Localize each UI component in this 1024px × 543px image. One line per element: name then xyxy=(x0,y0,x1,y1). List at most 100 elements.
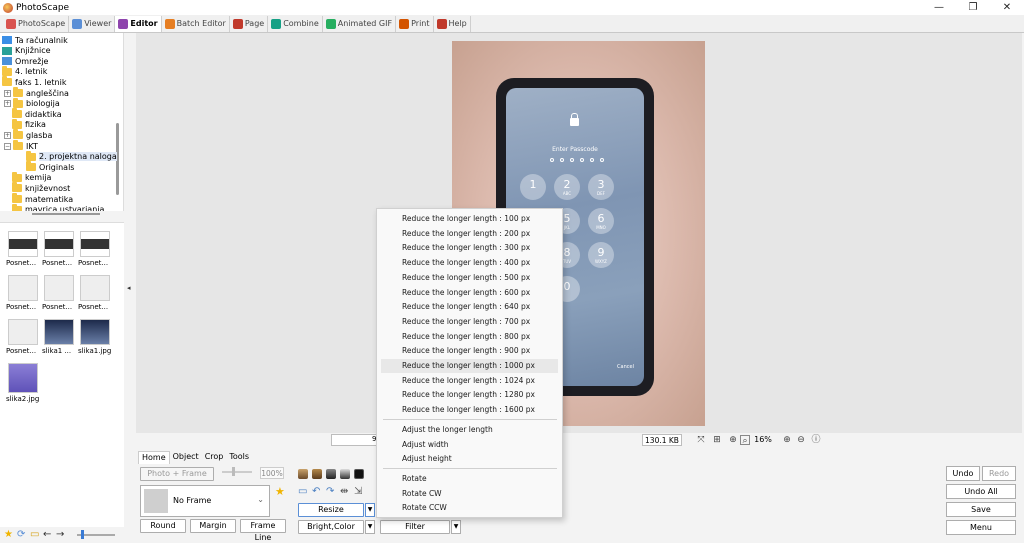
round-button[interactable]: Round xyxy=(140,519,186,533)
thumbnail-item[interactable]: slika2.jpg xyxy=(6,363,40,403)
tree-item[interactable]: + angleščina xyxy=(4,87,69,98)
rotate-menu-item[interactable]: Rotate CCW xyxy=(381,501,558,515)
resize-menu-item[interactable]: Reduce the longer length : 1600 px xyxy=(381,403,558,417)
thumbnail-item[interactable]: Posnet... xyxy=(6,231,40,267)
tree-item[interactable]: kemija xyxy=(12,171,51,183)
resize-menu-item[interactable]: Reduce the longer length : 900 px xyxy=(381,344,558,358)
frame-percent[interactable]: 100% xyxy=(260,467,284,479)
collapse-panel-icon[interactable]: ◂ xyxy=(127,284,131,292)
back-arrow-icon[interactable]: ← xyxy=(43,530,53,540)
resize-menu-item[interactable]: Reduce the longer length : 100 px xyxy=(381,212,558,226)
redo-button[interactable]: Redo xyxy=(982,466,1016,481)
tree-item[interactable]: Originals xyxy=(26,161,74,172)
favorite-frame-star-icon[interactable]: ★ xyxy=(275,485,285,498)
editor-tab-tools[interactable]: Tools xyxy=(226,451,252,464)
resize-menu-item[interactable]: Reduce the longer length : 500 px xyxy=(381,271,558,285)
thumbnail-item[interactable]: Posnet... xyxy=(42,275,76,311)
adjust-menu-item[interactable]: Adjust the longer length xyxy=(381,423,558,437)
undo-button[interactable]: Undo xyxy=(946,466,980,481)
photo-frame-button[interactable]: Photo + Frame xyxy=(140,467,214,481)
resize-menu-item[interactable]: Reduce the longer length : 700 px xyxy=(381,315,558,329)
margin-button[interactable]: Margin xyxy=(190,519,236,533)
tab-combine[interactable]: Combine xyxy=(268,15,323,32)
zoom-fit-icon[interactable]: ⊕ xyxy=(728,435,738,445)
bright-color-dropdown-button[interactable]: ▼ xyxy=(365,520,375,534)
editor-tab-home[interactable]: Home xyxy=(138,451,170,464)
black-white-tone-icon[interactable] xyxy=(340,469,350,479)
tab-editor[interactable]: Editor xyxy=(115,15,162,32)
resize-menu-item[interactable]: Reduce the longer length : 1024 px xyxy=(381,374,558,388)
forward-arrow-icon[interactable]: → xyxy=(56,530,66,540)
tree-item[interactable]: didaktika xyxy=(12,108,62,119)
flip-icon[interactable]: ⇹ xyxy=(340,486,350,497)
thumbnail-item[interactable]: Posnet... xyxy=(6,319,40,355)
restore-button[interactable]: ❐ xyxy=(956,0,990,15)
negative-tone-icon[interactable] xyxy=(354,469,364,479)
auto-level-icon[interactable]: ▭ xyxy=(298,486,308,497)
tab-photoscape[interactable]: PhotoScape xyxy=(3,15,70,32)
thumbnail-item[interactable]: slika1.jpg xyxy=(78,319,112,355)
resize-dropdown-button[interactable]: ▼ xyxy=(365,503,375,517)
tree-item[interactable]: Knjižnice xyxy=(2,46,51,56)
tree-item[interactable]: književnost xyxy=(12,182,70,193)
menu-button[interactable]: Menu xyxy=(946,520,1016,535)
tree-item[interactable]: matematika xyxy=(12,193,73,204)
save-button[interactable]: Save xyxy=(946,502,1016,517)
resize-menu-item[interactable]: Reduce the longer length : 200 px xyxy=(381,227,558,241)
tree-item[interactable]: Ta računalnik xyxy=(2,35,68,45)
open-folder-icon[interactable]: ▭ xyxy=(30,530,40,540)
tree-expander-icon[interactable]: + xyxy=(4,89,11,97)
close-button[interactable]: ✕ xyxy=(990,0,1024,15)
grayscale-tone-icon[interactable] xyxy=(326,469,336,479)
thumbnail-item[interactable]: Posnet... xyxy=(78,275,112,311)
zoom-select-icon[interactable]: ⌕ xyxy=(740,435,750,446)
refresh-icon[interactable]: ⟳ xyxy=(17,530,27,540)
rotate-right-icon[interactable]: ↷ xyxy=(326,486,336,497)
zoom-in-icon[interactable]: ⊕ xyxy=(782,435,792,445)
adjust-menu-item[interactable]: Adjust width xyxy=(381,438,558,452)
panel-splitter[interactable] xyxy=(32,213,100,215)
tree-expander-icon[interactable]: − xyxy=(4,142,11,150)
thumbnail-item[interactable]: Posnet... xyxy=(6,275,40,311)
info-icon[interactable]: ⓘ xyxy=(811,435,821,445)
resize-menu-item[interactable]: Reduce the longer length : 640 px xyxy=(381,300,558,314)
tree-item[interactable]: 2. projektna naloga xyxy=(26,150,117,162)
resize-menu-item[interactable]: Reduce the longer length : 300 px xyxy=(381,241,558,255)
straighten-icon[interactable]: ⇲ xyxy=(354,486,364,497)
zoom-out-icon[interactable]: ⊖ xyxy=(796,435,806,445)
tree-item[interactable]: 4. letnik xyxy=(2,65,47,77)
resize-menu-item[interactable]: Reduce the longer length : 1000 px xyxy=(381,359,558,373)
undo-all-button[interactable]: Undo All xyxy=(946,484,1016,499)
tab-viewer[interactable]: Viewer xyxy=(69,15,116,32)
resize-menu-item[interactable]: Reduce the longer length : 600 px xyxy=(381,286,558,300)
resize-menu-item[interactable]: Reduce the longer length : 400 px xyxy=(381,256,558,270)
rotate-menu-item[interactable]: Rotate xyxy=(381,472,558,486)
tree-item[interactable]: mavrica ustvarjanja xyxy=(12,203,104,211)
tab-animated-gif[interactable]: Animated GIF xyxy=(323,15,397,32)
thumbnail-item[interactable]: slika1 ... xyxy=(42,319,76,355)
resize-menu-item[interactable]: Reduce the longer length : 800 px xyxy=(381,330,558,344)
filter-button[interactable]: Filter xyxy=(380,520,450,534)
editor-tab-object[interactable]: Object xyxy=(170,451,202,464)
fit-screen-icon[interactable]: ⤧ xyxy=(696,435,706,445)
tab-page[interactable]: Page xyxy=(230,15,269,32)
filter-dropdown-button[interactable]: ▼ xyxy=(451,520,461,534)
tree-item[interactable]: − IKT xyxy=(4,140,38,151)
frame-opacity-slider[interactable] xyxy=(222,467,252,476)
tab-batch-editor[interactable]: Batch Editor xyxy=(162,15,230,32)
tree-item[interactable]: + glasba xyxy=(4,129,52,140)
tab-help[interactable]: Help xyxy=(434,15,471,32)
resize-menu-item[interactable]: Reduce the longer length : 1280 px xyxy=(381,388,558,402)
sepia-tone-icon[interactable] xyxy=(312,469,322,479)
adjust-menu-item[interactable]: Adjust height xyxy=(381,452,558,466)
tree-item[interactable]: + biologija xyxy=(4,97,60,109)
rotate-left-icon[interactable]: ↶ xyxy=(312,486,322,497)
tree-item[interactable]: fizika xyxy=(12,118,46,130)
image-viewer[interactable]: Enter Passcode Cancel 12ABC3DEF4GHI5JKL6… xyxy=(136,33,1022,433)
favorite-star-icon[interactable]: ★ xyxy=(4,530,14,540)
tree-expander-icon[interactable]: + xyxy=(4,100,11,108)
thumbnail-item[interactable]: Posnet... xyxy=(78,231,112,267)
frame-select[interactable]: No Frame ⌄ xyxy=(140,485,270,517)
thumbnail-size-slider[interactable] xyxy=(77,530,115,539)
bright-color-button[interactable]: Bright,Color xyxy=(298,520,364,534)
